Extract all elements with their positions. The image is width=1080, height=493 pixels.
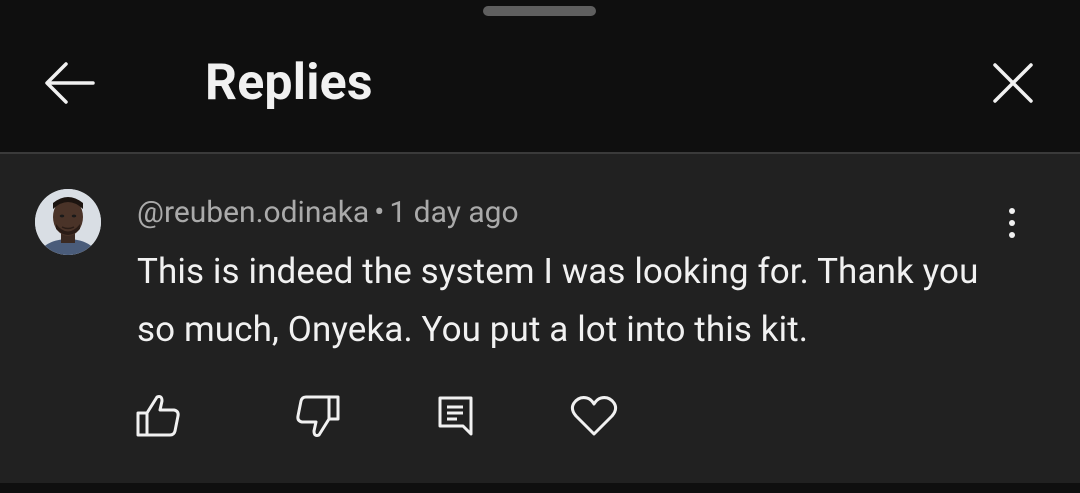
comment-body: This is indeed the system I was looking …: [137, 251, 979, 350]
arrow-left-icon: [42, 59, 96, 107]
like-button[interactable]: [132, 390, 184, 442]
heart-button[interactable]: [568, 390, 620, 442]
back-button[interactable]: [36, 50, 102, 116]
reply-button[interactable]: [430, 390, 482, 442]
drag-handle[interactable]: [483, 6, 596, 16]
replies-header: Replies: [0, 0, 1080, 152]
page-title: Replies: [205, 54, 373, 112]
avatar[interactable]: [35, 189, 101, 255]
thumbs-up-icon: [134, 394, 182, 438]
heart-icon: [570, 394, 618, 438]
more-vertical-icon-dot: [1009, 232, 1015, 238]
comment-timestamp: 1 day ago: [389, 195, 519, 230]
comment-icon: [436, 394, 476, 438]
meta-separator: •: [374, 195, 385, 230]
comment-author[interactable]: @reuben.odinaka: [137, 195, 369, 230]
more-vertical-icon-dot: [1009, 220, 1015, 226]
more-vertical-icon: [1009, 208, 1015, 214]
dislike-button[interactable]: [292, 390, 344, 442]
bottom-strip: [0, 483, 1080, 493]
close-icon: [991, 61, 1035, 105]
thumbs-down-icon: [294, 394, 342, 438]
comment-meta: @reuben.odinaka • 1 day ago: [137, 193, 519, 233]
avatar-photo: [35, 189, 101, 255]
more-options-button[interactable]: [992, 198, 1032, 248]
close-button[interactable]: [978, 50, 1048, 116]
